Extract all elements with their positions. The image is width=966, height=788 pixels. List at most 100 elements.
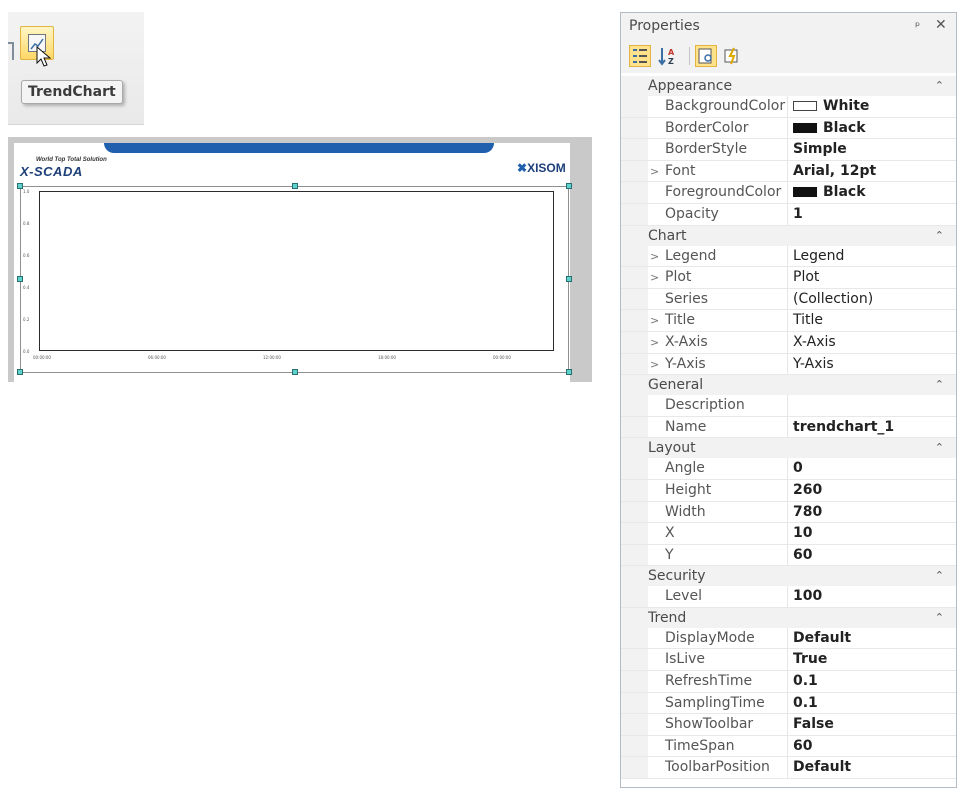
collapse-chevron-icon[interactable]: ⌃ bbox=[935, 375, 944, 395]
categorized-view-button[interactable] bbox=[629, 45, 651, 67]
property-row-series[interactable]: Series (Collection) bbox=[621, 288, 956, 311]
property-row-x[interactable]: X 10 bbox=[621, 523, 956, 545]
property-row-borderstyle[interactable]: BorderStyle Simple bbox=[621, 139, 956, 161]
property-row-angle[interactable]: Angle 0 bbox=[621, 458, 956, 480]
property-value[interactable]: 60 bbox=[788, 736, 956, 757]
expand-chevron-icon[interactable]: > bbox=[650, 267, 659, 288]
category-chart[interactable]: Chart ⌃ bbox=[621, 225, 956, 246]
property-row-showtoolbar[interactable]: ShowToolbar False bbox=[621, 714, 956, 736]
partial-toolbar-icon[interactable] bbox=[8, 42, 14, 60]
property-row-bordercolor[interactable]: BorderColor Black bbox=[621, 117, 956, 140]
property-row-width[interactable]: Width 780 bbox=[621, 501, 956, 524]
property-row-title[interactable]: > Title Title bbox=[621, 310, 956, 332]
property-name: Series bbox=[648, 288, 788, 310]
property-value-text: Default bbox=[793, 759, 852, 776]
property-value[interactable]: (Collection) bbox=[788, 289, 956, 310]
property-value[interactable]: X-Axis bbox=[788, 332, 956, 353]
collapse-chevron-icon[interactable]: ⌃ bbox=[935, 566, 944, 586]
properties-view-button[interactable] bbox=[695, 45, 717, 67]
xisom-logo: ✖XISOM bbox=[517, 161, 566, 175]
property-row-toolbarposition[interactable]: ToolbarPosition Default bbox=[621, 757, 956, 780]
property-row-legend[interactable]: > Legend Legend bbox=[621, 245, 956, 268]
row-gutter bbox=[621, 353, 648, 375]
alphabetical-view-button[interactable]: A Z bbox=[657, 45, 679, 67]
expand-chevron-icon[interactable]: > bbox=[650, 161, 659, 182]
property-row-plot[interactable]: > Plot Plot bbox=[621, 267, 956, 289]
property-value[interactable]: 260 bbox=[788, 480, 956, 501]
resize-handle-top-right[interactable] bbox=[566, 183, 572, 189]
property-value-text: Title bbox=[793, 312, 824, 329]
property-value[interactable]: 60 bbox=[788, 545, 956, 566]
category-security[interactable]: Security ⌃ bbox=[621, 566, 956, 587]
property-value[interactable]: 1 bbox=[788, 204, 956, 225]
property-value[interactable]: White bbox=[788, 96, 956, 117]
property-name-text: BorderColor bbox=[665, 119, 749, 136]
property-value[interactable]: 780 bbox=[788, 502, 956, 523]
property-row-x-axis[interactable]: > X-Axis X-Axis bbox=[621, 331, 956, 354]
category-trend[interactable]: Trend ⌃ bbox=[621, 607, 956, 628]
property-row-refreshtime[interactable]: RefreshTime 0.1 bbox=[621, 671, 956, 693]
property-value[interactable]: Black bbox=[788, 182, 956, 203]
collapse-chevron-icon[interactable]: ⌃ bbox=[935, 76, 944, 96]
resize-handle-bottom-right[interactable] bbox=[566, 369, 572, 375]
expand-chevron-icon[interactable]: > bbox=[650, 310, 659, 331]
close-icon[interactable]: ✕ bbox=[935, 17, 947, 33]
pin-icon[interactable]: ᵖ bbox=[915, 19, 920, 33]
property-row-samplingtime[interactable]: SamplingTime 0.1 bbox=[621, 692, 956, 715]
collapse-chevron-icon[interactable]: ⌃ bbox=[935, 226, 944, 246]
property-value[interactable]: Title bbox=[788, 310, 956, 331]
property-value[interactable]: 0.1 bbox=[788, 671, 956, 692]
collapse-chevron-icon[interactable]: ⌃ bbox=[935, 608, 944, 628]
row-gutter bbox=[621, 395, 648, 416]
x-tick-label: 18:00:00 bbox=[378, 355, 396, 360]
resize-handle-top-left[interactable] bbox=[17, 183, 23, 189]
property-value[interactable]: Y-Axis bbox=[788, 354, 956, 375]
property-row-font[interactable]: > Font Arial, 12pt bbox=[621, 160, 956, 183]
category-appearance[interactable]: Appearance ⌃ bbox=[621, 76, 956, 96]
property-value[interactable]: Plot bbox=[788, 267, 956, 288]
property-value[interactable]: False bbox=[788, 714, 956, 735]
property-value[interactable]: 100 bbox=[788, 586, 956, 607]
property-value[interactable]: 10 bbox=[788, 523, 956, 544]
property-value[interactable]: True bbox=[788, 649, 956, 670]
property-row-islive[interactable]: IsLive True bbox=[621, 649, 956, 672]
property-value[interactable]: 0.1 bbox=[788, 693, 956, 714]
property-row-description[interactable]: Description bbox=[621, 395, 956, 417]
property-value[interactable]: 0 bbox=[788, 458, 956, 479]
property-value[interactable]: Black bbox=[788, 118, 956, 139]
property-value[interactable]: trendchart_1 bbox=[788, 417, 956, 438]
resize-handle-middle-left[interactable] bbox=[17, 276, 23, 282]
property-row-y-axis[interactable]: > Y-Axis Y-Axis bbox=[621, 353, 956, 376]
property-value[interactable]: Legend bbox=[788, 246, 956, 267]
expand-chevron-icon[interactable]: > bbox=[650, 332, 659, 353]
property-row-backgroundcolor[interactable]: BackgroundColor White bbox=[621, 96, 956, 118]
property-value-text: 260 bbox=[793, 481, 823, 498]
resize-handle-middle-right[interactable] bbox=[566, 276, 572, 282]
property-row-displaymode[interactable]: DisplayMode Default bbox=[621, 627, 956, 650]
property-value[interactable]: Arial, 12pt bbox=[788, 161, 956, 182]
property-value[interactable] bbox=[788, 395, 956, 416]
collapse-chevron-icon[interactable]: ⌃ bbox=[935, 438, 944, 458]
events-view-button[interactable] bbox=[721, 45, 743, 67]
property-row-y[interactable]: Y 60 bbox=[621, 544, 956, 567]
property-row-level[interactable]: Level 100 bbox=[621, 586, 956, 608]
category-general[interactable]: General ⌃ bbox=[621, 375, 956, 396]
resize-handle-bottom-middle[interactable] bbox=[292, 369, 298, 375]
trendchart-control[interactable]: 1.0 0.8 0.6 0.4 0.2 0.0 00:00:00 06:00:00 12:00:… bbox=[20, 186, 569, 373]
property-row-opacity[interactable]: Opacity 1 bbox=[621, 203, 956, 226]
property-value-text: Simple bbox=[793, 141, 847, 158]
property-name-text: ForegroundColor bbox=[665, 184, 782, 201]
expand-chevron-icon[interactable]: > bbox=[650, 246, 659, 267]
resize-handle-bottom-left[interactable] bbox=[17, 369, 23, 375]
trend-plot-area[interactable] bbox=[39, 191, 554, 351]
property-row-height[interactable]: Height 260 bbox=[621, 479, 956, 502]
property-row-name[interactable]: Name trendchart_1 bbox=[621, 416, 956, 439]
property-row-timespan[interactable]: TimeSpan 60 bbox=[621, 735, 956, 758]
property-row-foregroundcolor[interactable]: ForegroundColor Black bbox=[621, 182, 956, 204]
category-layout[interactable]: Layout ⌃ bbox=[621, 438, 956, 459]
resize-handle-top-middle[interactable] bbox=[292, 183, 298, 189]
property-value[interactable]: Simple bbox=[788, 139, 956, 160]
property-value[interactable]: Default bbox=[788, 757, 956, 778]
property-value[interactable]: Default bbox=[788, 628, 956, 649]
expand-chevron-icon[interactable]: > bbox=[650, 354, 659, 375]
